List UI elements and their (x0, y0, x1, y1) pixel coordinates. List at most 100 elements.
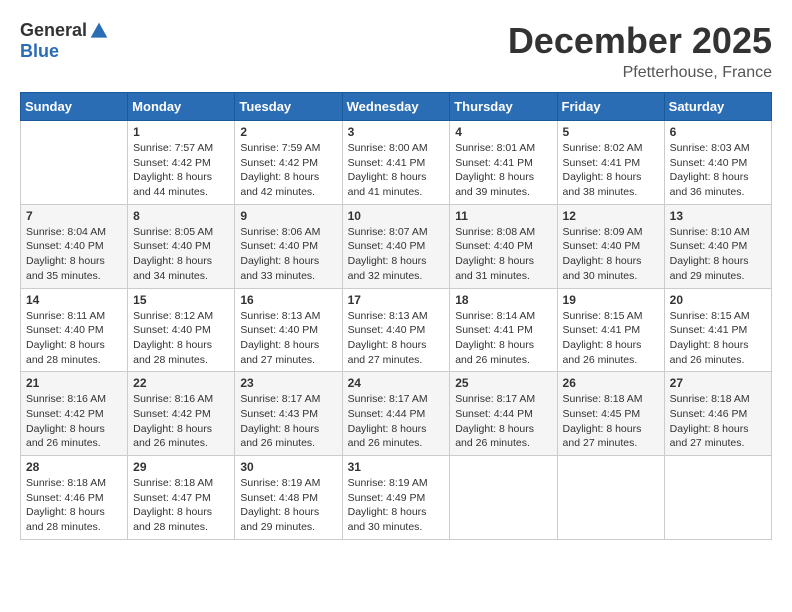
cell-content: Sunrise: 8:15 AM Sunset: 4:41 PM Dayligh… (563, 309, 659, 368)
calendar-cell: 29 Sunrise: 8:18 AM Sunset: 4:47 PM Dayli… (128, 456, 235, 540)
cell-content: Sunrise: 8:03 AM Sunset: 4:40 PM Dayligh… (670, 141, 766, 200)
cell-content: Sunrise: 8:16 AM Sunset: 4:42 PM Dayligh… (133, 392, 229, 451)
day-number: 3 (348, 125, 445, 139)
calendar-cell: 8Sunrise: 8:05 AM Sunset: 4:40 PM Daylig… (128, 204, 235, 288)
column-header-wednesday: Wednesday (342, 93, 450, 121)
calendar-cell: 15 Sunrise: 8:12 AM Sunset: 4:40 PM Dayli… (128, 288, 235, 372)
calendar-cell: 7 Sunrise: 8:04 AM Sunset: 4:40 PM Daylig… (21, 204, 128, 288)
day-number: 2 (240, 125, 336, 139)
location-text: Pfetterhouse, France (508, 64, 772, 82)
cell-content: Sunrise: 8:18 AM Sunset: 4:47 PM Dayligh… (133, 476, 229, 535)
day-number: 31 (348, 460, 445, 474)
calendar-cell: 31 Sunrise: 8:19 AM Sunset: 4:49 PM Dayli… (342, 456, 450, 540)
logo: General Blue (20, 20, 109, 62)
cell-content: Sunrise: 8:02 AM Sunset: 4:41 PM Dayligh… (563, 141, 659, 200)
calendar-week-row: 28 Sunrise: 8:18 AM Sunset: 4:46 PM Dayli… (21, 456, 772, 540)
page-header: General Blue December 2025 Pfetterhouse,… (20, 20, 772, 82)
calendar-cell (557, 456, 664, 540)
calendar-week-row: 1Sunrise: 7:57 AM Sunset: 4:42 PM Daylig… (21, 121, 772, 205)
day-number: 22 (133, 376, 229, 390)
day-number: 26 (563, 376, 659, 390)
day-number: 13 (670, 209, 766, 223)
calendar-cell: 3 Sunrise: 8:00 AM Sunset: 4:41 PM Daylig… (342, 121, 450, 205)
calendar-cell: 6Sunrise: 8:03 AM Sunset: 4:40 PM Daylig… (664, 121, 771, 205)
calendar-cell: 30 Sunrise: 8:19 AM Sunset: 4:48 PM Dayli… (235, 456, 342, 540)
cell-content: Sunrise: 8:00 AM Sunset: 4:41 PM Dayligh… (348, 141, 445, 200)
day-number: 21 (26, 376, 122, 390)
column-header-sunday: Sunday (21, 93, 128, 121)
cell-content: Sunrise: 8:18 AM Sunset: 4:45 PM Dayligh… (563, 392, 659, 451)
cell-content: Sunrise: 7:59 AM Sunset: 4:42 PM Dayligh… (240, 141, 336, 200)
cell-content: Sunrise: 8:18 AM Sunset: 4:46 PM Dayligh… (670, 392, 766, 451)
cell-content: Sunrise: 8:19 AM Sunset: 4:49 PM Dayligh… (348, 476, 445, 535)
column-header-tuesday: Tuesday (235, 93, 342, 121)
calendar-cell: 4 Sunrise: 8:01 AM Sunset: 4:41 PM Daylig… (450, 121, 557, 205)
day-number: 5 (563, 125, 659, 139)
calendar-cell: 2 Sunrise: 7:59 AM Sunset: 4:42 PM Daylig… (235, 121, 342, 205)
calendar-cell: 18Sunrise: 8:14 AM Sunset: 4:41 PM Dayli… (450, 288, 557, 372)
calendar-cell (21, 121, 128, 205)
calendar-cell (664, 456, 771, 540)
column-header-friday: Friday (557, 93, 664, 121)
title-block: December 2025 Pfetterhouse, France (508, 20, 772, 82)
cell-content: Sunrise: 8:05 AM Sunset: 4:40 PM Dayligh… (133, 225, 229, 284)
calendar-cell: 11Sunrise: 8:08 AM Sunset: 4:40 PM Dayli… (450, 204, 557, 288)
calendar-cell: 13 Sunrise: 8:10 AM Sunset: 4:40 PM Dayli… (664, 204, 771, 288)
cell-content: Sunrise: 8:10 AM Sunset: 4:40 PM Dayligh… (670, 225, 766, 284)
calendar-cell: 16Sunrise: 8:13 AM Sunset: 4:40 PM Dayli… (235, 288, 342, 372)
cell-content: Sunrise: 8:13 AM Sunset: 4:40 PM Dayligh… (240, 309, 336, 368)
cell-content: Sunrise: 8:01 AM Sunset: 4:41 PM Dayligh… (455, 141, 551, 200)
cell-content: Sunrise: 8:17 AM Sunset: 4:44 PM Dayligh… (348, 392, 445, 451)
day-number: 4 (455, 125, 551, 139)
calendar-cell: 1Sunrise: 7:57 AM Sunset: 4:42 PM Daylig… (128, 121, 235, 205)
cell-content: Sunrise: 8:07 AM Sunset: 4:40 PM Dayligh… (348, 225, 445, 284)
day-number: 23 (240, 376, 336, 390)
calendar-cell: 9 Sunrise: 8:06 AM Sunset: 4:40 PM Daylig… (235, 204, 342, 288)
day-number: 27 (670, 376, 766, 390)
calendar-cell: 5 Sunrise: 8:02 AM Sunset: 4:41 PM Daylig… (557, 121, 664, 205)
calendar-cell (450, 456, 557, 540)
calendar-cell: 20 Sunrise: 8:15 AM Sunset: 4:41 PM Dayli… (664, 288, 771, 372)
cell-content: Sunrise: 8:16 AM Sunset: 4:42 PM Dayligh… (26, 392, 122, 451)
day-number: 14 (26, 293, 122, 307)
cell-content: Sunrise: 8:04 AM Sunset: 4:40 PM Dayligh… (26, 225, 122, 284)
cell-content: Sunrise: 8:06 AM Sunset: 4:40 PM Dayligh… (240, 225, 336, 284)
day-number: 7 (26, 209, 122, 223)
column-header-saturday: Saturday (664, 93, 771, 121)
day-number: 30 (240, 460, 336, 474)
calendar-cell: 19 Sunrise: 8:15 AM Sunset: 4:41 PM Dayli… (557, 288, 664, 372)
day-number: 15 (133, 293, 229, 307)
cell-content: Sunrise: 8:19 AM Sunset: 4:48 PM Dayligh… (240, 476, 336, 535)
calendar-cell: 22 Sunrise: 8:16 AM Sunset: 4:42 PM Dayli… (128, 372, 235, 456)
cell-content: Sunrise: 8:14 AM Sunset: 4:41 PM Dayligh… (455, 309, 551, 368)
day-number: 10 (348, 209, 445, 223)
cell-content: Sunrise: 8:12 AM Sunset: 4:40 PM Dayligh… (133, 309, 229, 368)
calendar-cell: 21 Sunrise: 8:16 AM Sunset: 4:42 PM Dayli… (21, 372, 128, 456)
cell-content: Sunrise: 8:17 AM Sunset: 4:43 PM Dayligh… (240, 392, 336, 451)
column-header-monday: Monday (128, 93, 235, 121)
day-number: 1 (133, 125, 229, 139)
logo-general-text: General (20, 20, 87, 41)
day-number: 12 (563, 209, 659, 223)
day-number: 9 (240, 209, 336, 223)
cell-content: Sunrise: 8:17 AM Sunset: 4:44 PM Dayligh… (455, 392, 551, 451)
calendar-cell: 25 Sunrise: 8:17 AM Sunset: 4:44 PM Dayli… (450, 372, 557, 456)
calendar-cell: 27 Sunrise: 8:18 AM Sunset: 4:46 PM Dayli… (664, 372, 771, 456)
calendar-header-row: SundayMondayTuesdayWednesdayThursdayFrid… (21, 93, 772, 121)
day-number: 20 (670, 293, 766, 307)
cell-content: Sunrise: 8:18 AM Sunset: 4:46 PM Dayligh… (26, 476, 122, 535)
day-number: 25 (455, 376, 551, 390)
day-number: 29 (133, 460, 229, 474)
day-number: 28 (26, 460, 122, 474)
cell-content: Sunrise: 8:15 AM Sunset: 4:41 PM Dayligh… (670, 309, 766, 368)
day-number: 24 (348, 376, 445, 390)
calendar-cell: 28 Sunrise: 8:18 AM Sunset: 4:46 PM Dayli… (21, 456, 128, 540)
cell-content: Sunrise: 8:09 AM Sunset: 4:40 PM Dayligh… (563, 225, 659, 284)
column-header-thursday: Thursday (450, 93, 557, 121)
calendar-cell: 24 Sunrise: 8:17 AM Sunset: 4:44 PM Dayli… (342, 372, 450, 456)
day-number: 11 (455, 209, 551, 223)
calendar-cell: 17Sunrise: 8:13 AM Sunset: 4:40 PM Dayli… (342, 288, 450, 372)
calendar-week-row: 14Sunrise: 8:11 AM Sunset: 4:40 PM Dayli… (21, 288, 772, 372)
day-number: 19 (563, 293, 659, 307)
logo-blue-text: Blue (20, 41, 59, 62)
